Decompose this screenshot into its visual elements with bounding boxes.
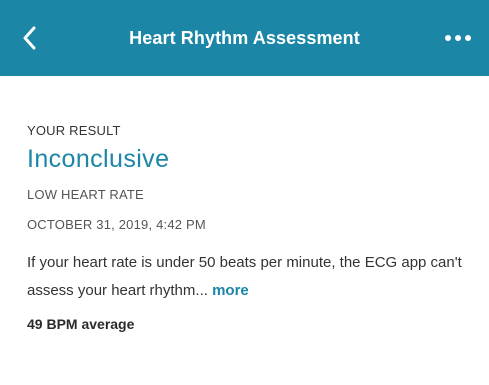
more-dot [455, 35, 461, 41]
page-title: Heart Rhythm Assessment [129, 27, 360, 48]
more-link[interactable]: more [212, 282, 249, 299]
chevron-left-icon [23, 26, 36, 50]
result-content: YOUR RESULT Inconclusive LOW HEART RATE … [0, 123, 489, 332]
result-value: Inconclusive [27, 145, 170, 173]
result-timestamp: OCTOBER 31, 2019, 4:42 PM [27, 217, 206, 232]
result-description: If your heart rate is under 50 beats per… [27, 249, 467, 305]
more-dot [465, 35, 471, 41]
result-reason: LOW HEART RATE [27, 187, 144, 202]
more-dots-icon [445, 35, 451, 41]
result-label: YOUR RESULT [27, 123, 121, 138]
app-header: Heart Rhythm Assessment [0, 0, 489, 76]
more-options-button[interactable] [445, 0, 471, 76]
average-bpm: 49 BPM average [27, 316, 135, 332]
back-button[interactable] [22, 0, 36, 76]
